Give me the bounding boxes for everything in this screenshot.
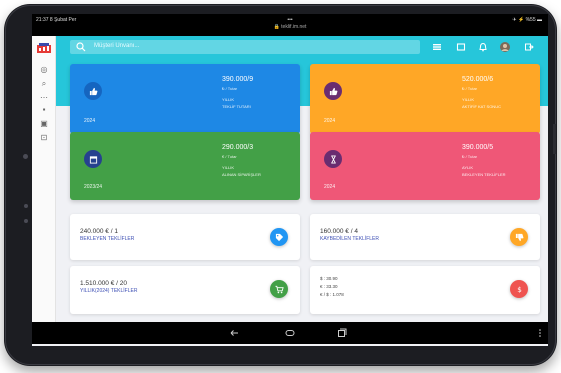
card-caption: AKTİFİF KAT SONUC bbox=[462, 104, 501, 109]
sidebar: ◎ ⌕ ⋯ ▪ ▣ ⊡ bbox=[32, 36, 56, 326]
card-subtitle: ₺ / Tutar bbox=[222, 86, 237, 91]
panel-label: KAYBEDİLEN TEKLİFLER bbox=[320, 236, 380, 242]
camera-dot bbox=[23, 154, 28, 159]
address-url[interactable]: 🔒 teklif.im.net bbox=[32, 24, 548, 30]
thumbs-up-icon bbox=[89, 87, 97, 95]
app-logo-icon[interactable] bbox=[36, 42, 52, 54]
panel-action-button[interactable]: $ bbox=[510, 280, 528, 298]
card-caption: ALINAN SİPARİŞLER bbox=[222, 172, 261, 177]
back-icon[interactable] bbox=[228, 327, 240, 339]
card-year: 2024 bbox=[324, 118, 336, 124]
panel-amount: 240.000 € / 1 bbox=[80, 228, 118, 235]
panel-pending-offers[interactable]: 240.000 € / 1 BEKLEYEN TEKLİFLER bbox=[70, 214, 300, 260]
card-year: 2023/24 bbox=[84, 184, 103, 190]
panel-label: YILLIK(2024) TEKLİFLER bbox=[80, 288, 138, 294]
panel-amount: 160.000 € / 4 bbox=[320, 228, 358, 235]
card-caption: YILLIK bbox=[462, 97, 475, 102]
hourglass-icon bbox=[330, 154, 336, 164]
status-icons: ✈ ⚡ %55 ▬ bbox=[512, 17, 542, 23]
panel-lost-offers[interactable]: 160.000 € / 4 KAYBEDİLEN TEKLİFLER bbox=[310, 214, 540, 260]
card-caption: YILLIK bbox=[222, 97, 235, 102]
dollar-icon: $ bbox=[517, 285, 522, 294]
rate-eur-usd: € / $ : 1.078 bbox=[320, 292, 344, 297]
search-side-icon[interactable]: ⌕ bbox=[38, 78, 50, 90]
card-value: 390.000/9 bbox=[222, 76, 254, 83]
search-input[interactable]: Müşteri Unvanı... bbox=[94, 43, 139, 49]
stat-card-icon-circle bbox=[324, 82, 342, 100]
card-subtitle: ₺ / Tutar bbox=[462, 86, 477, 91]
card-year: 2024 bbox=[324, 184, 336, 190]
stat-card-yearly-offers[interactable]: 2024 390.000/9 ₺ / Tutar YILLIK TEKLİF T… bbox=[70, 64, 300, 134]
card-subtitle: € / Tutar bbox=[222, 154, 237, 159]
panel-amount: 1.510.000 € / 20 bbox=[80, 280, 127, 287]
card-caption: YILLIK bbox=[222, 165, 235, 170]
stat-card-received-orders[interactable]: 2023/24 290.000/3 € / Tutar YILLIK ALINA… bbox=[70, 132, 300, 200]
card-caption: TEKLİF TUTARI bbox=[222, 104, 251, 109]
cart-icon bbox=[274, 285, 284, 293]
print-icon[interactable]: ▣ bbox=[38, 118, 50, 130]
panel-exchange-rates[interactable]: $ : 30.90 € : 33.30 € / $ : 1.078 $ bbox=[310, 266, 540, 314]
sensor-dot bbox=[24, 204, 28, 208]
lock-icon[interactable]: ⊡ bbox=[38, 132, 50, 144]
stat-card-active-results[interactable]: 2024 520.000/6 ₺ / Tutar YILLIK AKTİFİF … bbox=[310, 64, 540, 134]
card-caption: AYLIK bbox=[462, 165, 474, 170]
status-bar: 21:37 8 Şubat Per ••• 🔒 teklif.im.net ✈ … bbox=[32, 14, 548, 36]
tablet-screen: 21:37 8 Şubat Per ••• 🔒 teklif.im.net ✈ … bbox=[32, 14, 548, 346]
panel-yearly-offers[interactable]: 1.510.000 € / 20 YILLIK(2024) TEKLİFLER bbox=[70, 266, 300, 314]
dashboard-icon[interactable]: ◎ bbox=[38, 64, 50, 76]
briefcase-icon[interactable]: ▪ bbox=[38, 104, 50, 116]
more-icon[interactable]: ⋯ bbox=[38, 92, 50, 104]
card-subtitle: ₺ / Tutar bbox=[462, 154, 477, 159]
stat-card-icon-circle bbox=[84, 150, 102, 168]
status-dots: ••• bbox=[287, 17, 293, 23]
panel-action-button[interactable] bbox=[270, 280, 288, 298]
card-value: 520.000/6 bbox=[462, 76, 494, 83]
recents-icon[interactable] bbox=[336, 327, 348, 339]
thumbs-down-icon bbox=[515, 233, 523, 241]
card-value: 390.000/5 bbox=[462, 144, 494, 151]
grid-icon[interactable] bbox=[432, 42, 442, 52]
search-bar[interactable]: Müşteri Unvanı... bbox=[70, 40, 420, 54]
tag-icon bbox=[275, 233, 283, 241]
panel-action-button[interactable] bbox=[510, 228, 528, 246]
rate-usd: $ : 30.90 bbox=[320, 276, 338, 281]
card-value: 290.000/3 bbox=[222, 144, 254, 151]
fullscreen-icon[interactable] bbox=[456, 42, 466, 52]
card-caption: BEKLEYEN TEKLİFLER bbox=[462, 172, 506, 177]
rate-eur: € : 33.30 bbox=[320, 284, 338, 289]
stat-card-icon-circle bbox=[84, 82, 102, 100]
logout-icon[interactable] bbox=[524, 42, 534, 52]
svg-text:$: $ bbox=[517, 285, 522, 294]
android-nav-bar bbox=[32, 322, 548, 344]
stat-card-pending-monthly[interactable]: 2024 390.000/5 ₺ / Tutar AYLIK BEKLEYEN … bbox=[310, 132, 540, 200]
panel-action-button[interactable] bbox=[270, 228, 288, 246]
card-year: 2024 bbox=[84, 118, 96, 124]
stat-card-icon-circle bbox=[324, 150, 342, 168]
side-button bbox=[553, 124, 556, 154]
bell-icon[interactable] bbox=[478, 42, 488, 52]
panel-label: BEKLEYEN TEKLİFLER bbox=[80, 236, 135, 242]
sensor-dot bbox=[24, 219, 28, 223]
calendar-icon bbox=[89, 155, 97, 164]
thumbs-up-icon bbox=[329, 87, 337, 95]
home-icon[interactable] bbox=[284, 327, 296, 339]
search-icon bbox=[76, 42, 86, 52]
menu-dots-icon[interactable] bbox=[534, 327, 546, 339]
avatar[interactable] bbox=[500, 42, 510, 52]
